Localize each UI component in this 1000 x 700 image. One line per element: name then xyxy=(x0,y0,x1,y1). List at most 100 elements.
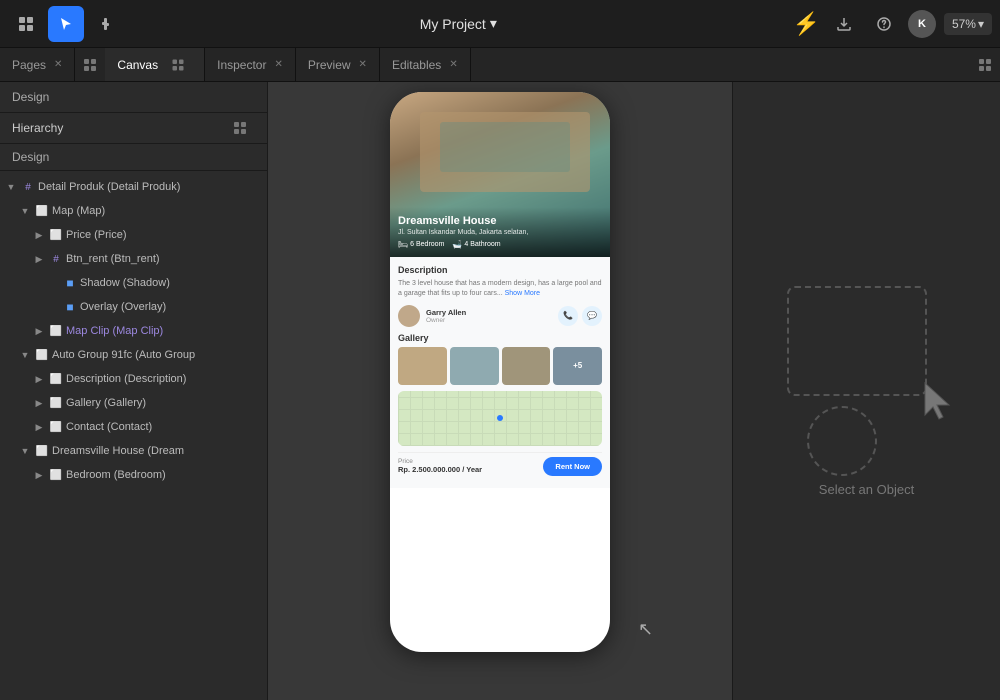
tree-label: Auto Group 91fc (Auto Group xyxy=(52,349,195,361)
description-title: Description xyxy=(398,265,602,275)
tree-item-mapclip[interactable]: ▶ ⬜ Map Clip (Map Clip) xyxy=(0,319,267,343)
map-area[interactable] xyxy=(398,391,602,446)
show-more-link[interactable]: Show More xyxy=(505,290,540,297)
contact-role: Owner xyxy=(426,317,552,324)
topbar: My Project ▾ ⚡ K 57% ▾ xyxy=(0,0,1000,48)
bed-icon: 🛏 xyxy=(398,240,408,249)
tab-editables[interactable]: Editables ✕ xyxy=(380,48,471,81)
frame-icon: ⬜ xyxy=(34,347,50,363)
phone-content: Description The 3 level house that has a… xyxy=(390,257,610,488)
tree-area: ▼ # Detail Produk (Detail Produk) ▼ ⬜ Ma… xyxy=(0,171,267,700)
tabbar-grid-btn[interactable] xyxy=(970,48,1000,81)
gallery-more-count: +5 xyxy=(573,361,582,370)
contact-name: Garry Allen xyxy=(426,308,552,317)
dashed-circle xyxy=(807,406,877,476)
select-object-label: Select an Object xyxy=(819,482,914,497)
export-button[interactable] xyxy=(828,8,860,40)
frame-icon: ⬜ xyxy=(34,203,50,219)
tab-preview[interactable]: Preview ✕ xyxy=(296,48,380,81)
price-label: Price xyxy=(398,458,482,465)
tree-label: Description (Description) xyxy=(66,373,186,385)
price-value: Rp. 2.500.000.000 / Year xyxy=(398,465,482,474)
gallery-grid: +5 xyxy=(398,347,602,385)
select-tool-button[interactable] xyxy=(48,6,84,42)
frame-icon: ⬜ xyxy=(48,467,64,483)
tab-pages[interactable]: Pages ✕ xyxy=(0,48,75,81)
tree-label: Dreamsville House (Dream xyxy=(52,445,184,457)
tree-item-overlay[interactable]: ▶ ■ Overlay (Overlay) xyxy=(0,295,267,319)
project-title[interactable]: My Project ▾ xyxy=(124,15,793,32)
hash-icon: # xyxy=(20,179,36,195)
hierarchy-grid-btn[interactable] xyxy=(225,121,255,135)
tree-item-gallery[interactable]: ▶ ⬜ Gallery (Gallery) xyxy=(0,391,267,415)
tree-item-description[interactable]: ▶ ⬜ Description (Description) xyxy=(0,367,267,391)
pages-grid-btn[interactable] xyxy=(75,48,105,81)
phone-mockup: ‹ 🔖 Dreamsville House Jl. Sultan Iskanda… xyxy=(390,92,610,652)
hand-tool-button[interactable] xyxy=(88,6,124,42)
bath-icon: 🛁 xyxy=(452,240,462,249)
frame-icon: ⬜ xyxy=(48,419,64,435)
tree-label: Btn_rent (Btn_rent) xyxy=(66,253,160,265)
zoom-control[interactable]: 57% ▾ xyxy=(944,13,992,35)
tree-item-shadow[interactable]: ▶ ■ Shadow (Shadow) xyxy=(0,271,267,295)
phone-inner: ‹ 🔖 Dreamsville House Jl. Sultan Iskanda… xyxy=(390,92,610,652)
price-row: Price Rp. 2.500.000.000 / Year Rent Now xyxy=(398,452,602,480)
tree-label: Gallery (Gallery) xyxy=(66,397,146,409)
gallery-item-1[interactable] xyxy=(398,347,447,385)
tab-pages-close[interactable]: ✕ xyxy=(54,59,62,70)
property-features: 🛏 6 Bedroom 🛁 4 Bathroom xyxy=(398,240,602,249)
contact-row: Garry Allen Owner 📞 💬 xyxy=(398,305,602,327)
tree-label: Overlay (Overlay) xyxy=(80,301,166,313)
bathroom-feature: 🛁 4 Bathroom xyxy=(452,240,500,249)
canvas-grid-btn[interactable] xyxy=(164,59,192,71)
frame-icon: ⬜ xyxy=(48,323,64,339)
cursor-arrow-icon xyxy=(921,381,957,426)
tree-item-detail-produk[interactable]: ▼ # Detail Produk (Detail Produk) xyxy=(0,175,267,199)
user-avatar[interactable]: K xyxy=(908,10,936,38)
frame-icon: ⬜ xyxy=(34,443,50,459)
hierarchy-label: Hierarchy xyxy=(12,121,63,135)
main-content: Design Hierarchy Design ▼ # Detail Produ… xyxy=(0,82,1000,700)
tree-item-bedroom[interactable]: ▶ ⬜ Bedroom (Bedroom) xyxy=(0,463,267,487)
contact-buttons: 📞 💬 xyxy=(558,306,602,326)
frame-icon: ⬜ xyxy=(48,227,64,243)
help-button[interactable] xyxy=(868,8,900,40)
tab-canvas[interactable]: Canvas xyxy=(105,48,205,81)
gallery-item-3[interactable] xyxy=(502,347,551,385)
box-icon: ■ xyxy=(62,275,78,291)
property-address: Jl. Sultan Iskandar Muda, Jakarta selata… xyxy=(398,229,602,236)
tab-editables-close[interactable]: ✕ xyxy=(449,59,457,70)
chat-btn[interactable]: 💬 xyxy=(582,306,602,326)
grid-tool-button[interactable] xyxy=(8,6,44,42)
tree-item-autogroup[interactable]: ▼ ⬜ Auto Group 91fc (Auto Group xyxy=(0,343,267,367)
sidebar: Design Hierarchy Design ▼ # Detail Produ… xyxy=(0,82,268,700)
property-hero-image: ‹ 🔖 Dreamsville House Jl. Sultan Iskanda… xyxy=(390,92,610,257)
canvas-area[interactable]: ‹ 🔖 Dreamsville House Jl. Sultan Iskanda… xyxy=(268,82,732,700)
inspector-panel: Select an Object xyxy=(732,82,1000,700)
tree-item-map[interactable]: ▼ ⬜ Map (Map) xyxy=(0,199,267,223)
tree-label: Price (Price) xyxy=(66,229,127,241)
canvas-cursor: ↖ xyxy=(638,619,653,640)
tree-item-contact[interactable]: ▶ ⬜ Contact (Contact) xyxy=(0,415,267,439)
tree-label: Map (Map) xyxy=(52,205,105,217)
hierarchy-header: Hierarchy xyxy=(0,113,267,144)
dashed-rect xyxy=(787,286,927,396)
frame-icon: ⬜ xyxy=(48,395,64,411)
tree-label: Detail Produk (Detail Produk) xyxy=(38,181,180,193)
tab-preview-close[interactable]: ✕ xyxy=(359,59,367,70)
tree-label: Contact (Contact) xyxy=(66,421,152,433)
property-title: Dreamsville House xyxy=(398,215,602,227)
tab-inspector-close[interactable]: ✕ xyxy=(274,59,282,70)
tree-label: Map Clip (Map Clip) xyxy=(66,325,163,337)
gallery-item-2[interactable] xyxy=(450,347,499,385)
tree-item-btnrent[interactable]: ▶ # Btn_rent (Btn_rent) xyxy=(0,247,267,271)
tree-item-price[interactable]: ▶ ⬜ Price (Price) xyxy=(0,223,267,247)
tab-inspector[interactable]: Inspector ✕ xyxy=(205,48,296,81)
tree-item-dreamsville[interactable]: ▼ ⬜ Dreamsville House (Dream xyxy=(0,439,267,463)
flutter-icon: ⚡ xyxy=(793,11,820,37)
phone-call-btn[interactable]: 📞 xyxy=(558,306,578,326)
tabbar: Pages ✕ Canvas Inspector ✕ Preview ✕ Edi… xyxy=(0,48,1000,82)
tree-label: Shadow (Shadow) xyxy=(80,277,170,289)
rent-now-button[interactable]: Rent Now xyxy=(543,457,602,476)
gallery-item-4[interactable]: +5 xyxy=(553,347,602,385)
